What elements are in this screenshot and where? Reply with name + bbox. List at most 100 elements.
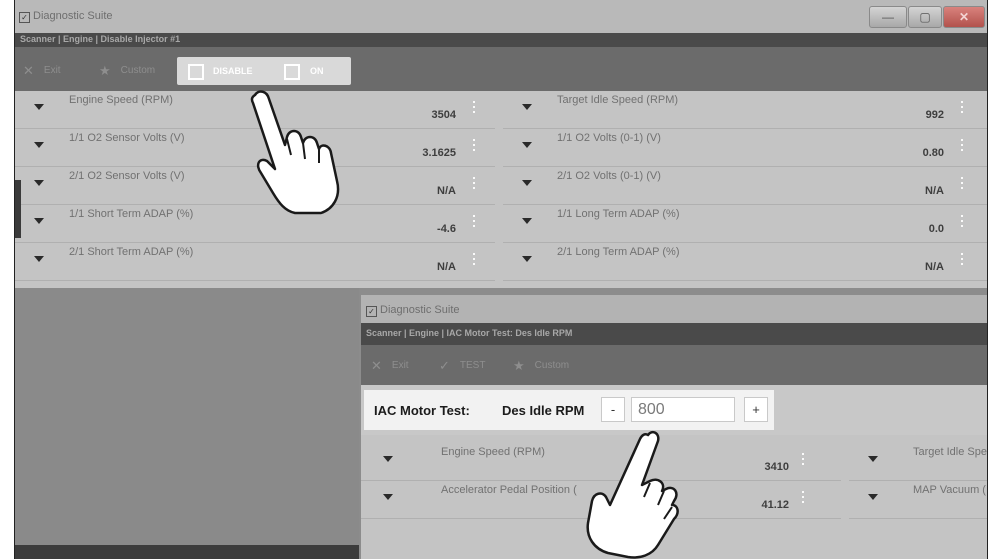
- kebab-menu-icon[interactable]: [961, 215, 965, 230]
- pid-value: 0.80: [922, 147, 944, 159]
- pid-name: 1/1 O2 Sensor Volts (V): [69, 132, 185, 144]
- kebab-menu-icon[interactable]: [961, 101, 965, 116]
- kebab-menu-icon[interactable]: [473, 253, 477, 268]
- custom-button[interactable]: ★ Custom: [99, 63, 155, 79]
- dropdown-arrow-icon[interactable]: [383, 494, 393, 500]
- pid-value: 992: [925, 109, 944, 121]
- dropdown-arrow-icon[interactable]: [522, 256, 532, 262]
- dropdown-arrow-icon[interactable]: [34, 256, 44, 262]
- pid-row[interactable]: Engine Speed (RPM) 3410: [361, 443, 841, 481]
- pid-name: 2/1 O2 Volts (0-1) (V): [557, 170, 661, 182]
- kebab-menu-icon[interactable]: [961, 177, 965, 192]
- disable-label: DISABLE: [213, 66, 253, 76]
- pid-row[interactable]: 1/1 O2 Volts (0-1) (V) 0.80: [503, 129, 987, 167]
- window1-data-grid: Engine Speed (RPM) 3504 Target Idle Spee…: [15, 91, 987, 288]
- window1-breadcrumb: Scanner | Engine | Disable Injector #1: [20, 34, 181, 44]
- pid-name: Engine Speed (RPM): [441, 446, 545, 458]
- des-idle-rpm-input[interactable]: [631, 397, 735, 422]
- pid-name: 2/1 Short Term ADAP (%): [69, 246, 194, 258]
- test-button[interactable]: ✓ TEST: [439, 358, 485, 374]
- pid-row[interactable]: Target Idle Speed (RPM) 992: [503, 91, 987, 129]
- pid-row[interactable]: 1/1 Short Term ADAP (%) -4.6: [15, 205, 495, 243]
- check-icon: ✓: [439, 358, 450, 373]
- dropdown-arrow-icon[interactable]: [868, 494, 878, 500]
- window1-app-title: ✓ Diagnostic Suite: [19, 10, 113, 23]
- exit-label: Exit: [391, 360, 409, 371]
- custom-label: Custom: [534, 360, 570, 371]
- increment-button[interactable]: +: [744, 397, 768, 422]
- disable-checkbox[interactable]: [188, 64, 204, 80]
- pid-row[interactable]: Engine Speed (RPM) 3504: [15, 91, 495, 129]
- pid-row[interactable]: MAP Vacuum (: [849, 481, 987, 519]
- iac-control-highlight: IAC Motor Test: Des Idle RPM - +: [364, 390, 774, 430]
- pid-name: Engine Speed (RPM): [69, 94, 173, 106]
- pid-value: N/A: [437, 261, 456, 273]
- pid-row[interactable]: Target Idle Spee: [849, 443, 987, 481]
- pid-row[interactable]: 1/1 Long Term ADAP (%) 0.0: [503, 205, 987, 243]
- window2-title-text: Diagnostic Suite: [380, 304, 460, 316]
- kebab-menu-icon[interactable]: [473, 101, 477, 116]
- pid-value: 3410: [764, 461, 789, 473]
- close-icon: ✕: [23, 63, 34, 78]
- dropdown-arrow-icon[interactable]: [34, 142, 44, 148]
- app-checkbox-icon: ✓: [366, 306, 377, 317]
- window2: ✓ Diagnostic Suite Scanner | Engine | IAC…: [361, 295, 987, 559]
- pid-row[interactable]: 2/1 O2 Volts (0-1) (V) N/A: [503, 167, 987, 205]
- kebab-menu-icon[interactable]: [961, 139, 965, 154]
- kebab-menu-icon[interactable]: [473, 177, 477, 192]
- pid-row[interactable]: 1/1 O2 Sensor Volts (V) 3.1625: [15, 129, 495, 167]
- star-icon: ★: [513, 358, 525, 373]
- dropdown-arrow-icon[interactable]: [34, 218, 44, 224]
- background-area: [15, 288, 359, 559]
- pid-value: 41.12: [761, 499, 789, 511]
- disable-on-highlight: DISABLE ON: [177, 57, 351, 85]
- minimize-button[interactable]: —: [869, 6, 907, 28]
- pid-name: Target Idle Spee: [913, 446, 988, 458]
- maximize-button[interactable]: ▢: [908, 6, 942, 28]
- dropdown-arrow-icon[interactable]: [522, 218, 532, 224]
- pid-value: N/A: [925, 261, 944, 273]
- kebab-menu-icon[interactable]: [473, 139, 477, 154]
- pid-value: 3.1625: [422, 147, 456, 159]
- dropdown-arrow-icon[interactable]: [522, 142, 532, 148]
- pid-row[interactable]: 2/1 Long Term ADAP (%) N/A: [503, 243, 987, 281]
- pid-row[interactable]: 2/1 O2 Sensor Volts (V) N/A: [15, 167, 495, 205]
- close-window-button[interactable]: ✕: [943, 6, 985, 28]
- side-handle[interactable]: [15, 180, 21, 238]
- dropdown-arrow-icon[interactable]: [868, 456, 878, 462]
- pid-value: N/A: [437, 185, 456, 197]
- kebab-menu-icon[interactable]: [473, 215, 477, 230]
- custom-button[interactable]: ★ Custom: [513, 358, 569, 374]
- pid-value: 3504: [431, 109, 456, 121]
- dropdown-arrow-icon[interactable]: [522, 180, 532, 186]
- window2-titlebar: ✓ Diagnostic Suite: [361, 295, 987, 323]
- pid-name: Target Idle Speed (RPM): [557, 94, 679, 106]
- exit-button[interactable]: ✕ Exit: [23, 63, 61, 79]
- exit-button[interactable]: ✕ Exit: [371, 358, 409, 374]
- decrement-button[interactable]: -: [601, 397, 625, 422]
- screenshot-frame: ✓ Diagnostic Suite — ▢ ✕ Scanner | Engine…: [14, 0, 988, 559]
- pid-name: Accelerator Pedal Position (: [441, 484, 577, 496]
- star-icon: ★: [99, 63, 111, 78]
- dropdown-arrow-icon[interactable]: [383, 456, 393, 462]
- kebab-menu-icon[interactable]: [802, 453, 806, 468]
- pid-name: 1/1 O2 Volts (0-1) (V): [557, 132, 661, 144]
- window2-toolbar: ✕ Exit ✓ TEST ★ Custom: [361, 345, 987, 385]
- iac-control-bar: IAC Motor Test: Des Idle RPM - +: [361, 385, 987, 435]
- on-checkbox[interactable]: [284, 64, 300, 80]
- pid-row[interactable]: Accelerator Pedal Position ( 41.12: [361, 481, 841, 519]
- exit-label: Exit: [43, 65, 61, 76]
- des-idle-rpm-label: Des Idle RPM: [502, 403, 585, 418]
- kebab-menu-icon[interactable]: [802, 491, 806, 506]
- dropdown-arrow-icon[interactable]: [522, 104, 532, 110]
- test-label: TEST: [459, 360, 486, 371]
- dropdown-arrow-icon[interactable]: [34, 104, 44, 110]
- pid-name: 2/1 Long Term ADAP (%): [557, 246, 680, 258]
- dropdown-arrow-icon[interactable]: [34, 180, 44, 186]
- pid-row[interactable]: 2/1 Short Term ADAP (%) N/A: [15, 243, 495, 281]
- pid-value: 0.0: [928, 223, 944, 235]
- kebab-menu-icon[interactable]: [961, 253, 965, 268]
- pid-value: -4.6: [437, 223, 456, 235]
- window1-titlebar: ✓ Diagnostic Suite — ▢ ✕: [15, 0, 987, 33]
- app-checkbox-icon: ✓: [19, 12, 30, 23]
